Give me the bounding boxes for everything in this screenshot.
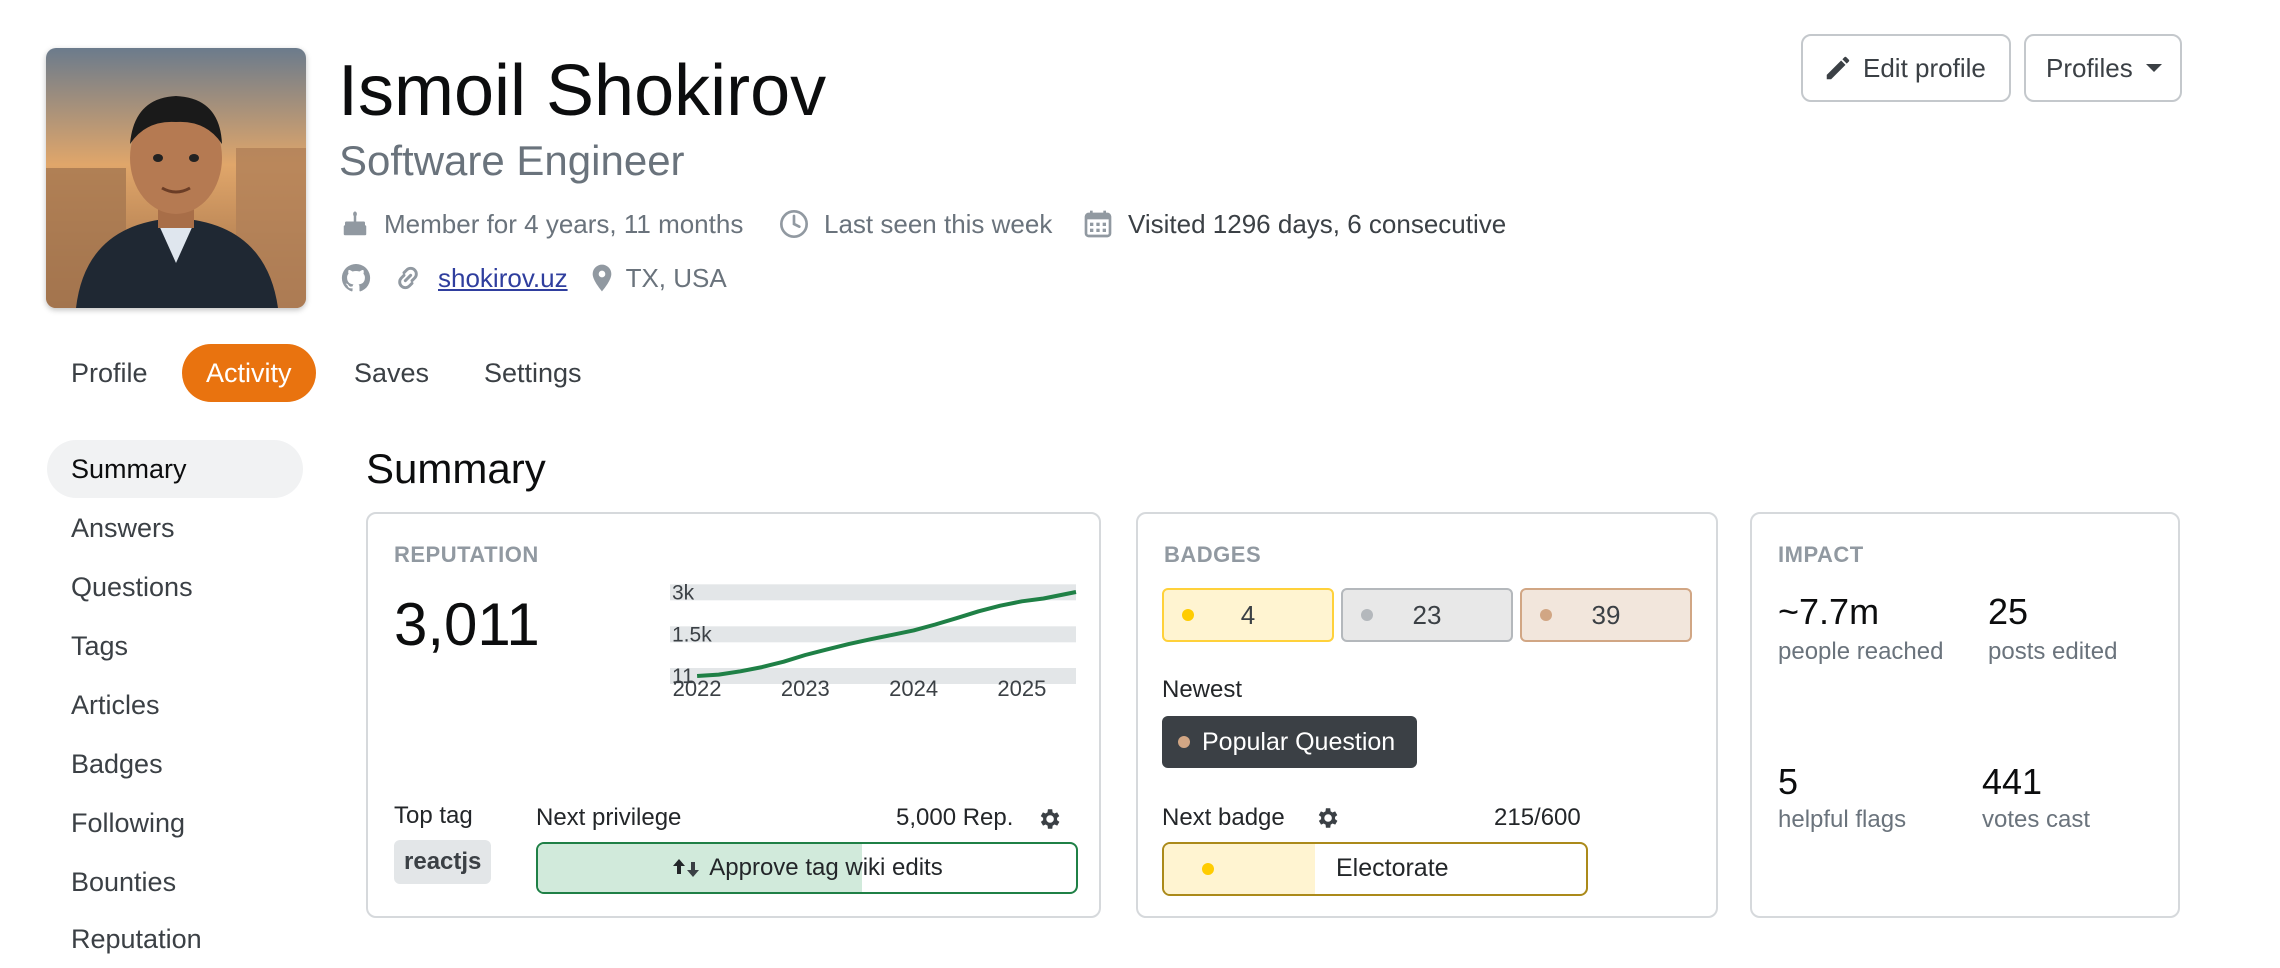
sidenav-summary[interactable]: Summary <box>47 440 303 498</box>
next-privilege-rep: 5,000 Rep. <box>896 804 1014 831</box>
x-tick-label: 2023 <box>781 676 830 698</box>
calendar-icon <box>1084 210 1112 238</box>
sidenav-questions[interactable]: Questions <box>47 558 303 616</box>
sidenav-answers[interactable]: Answers <box>47 499 303 557</box>
profiles-label: Profiles <box>2046 52 2133 83</box>
next-badge-name: Electorate <box>1336 854 1449 882</box>
next-privilege-progress[interactable]: Approve tag wiki edits <box>536 842 1078 894</box>
sidenav-following[interactable]: Following <box>47 794 303 852</box>
y-tick-label: 3k <box>672 581 695 604</box>
posts-edited-value: 25 <box>1988 591 2029 632</box>
gear-icon[interactable] <box>1314 805 1340 831</box>
newest-badge[interactable]: Popular Question <box>1162 716 1418 768</box>
vote-arrows-icon <box>673 859 700 877</box>
profile-name: Ismoil Shokirov <box>338 51 827 131</box>
pencil-icon <box>1826 56 1850 80</box>
location-text: TX, USA <box>625 263 727 293</box>
bronze-badge-icon <box>1178 736 1190 748</box>
impact-label: IMPACT <box>1778 542 1864 567</box>
badges-label: BADGES <box>1164 542 1262 567</box>
sidenav-articles[interactable]: Articles <box>47 676 303 734</box>
silver-badge-count: 23 <box>1412 599 1442 630</box>
newest-badge-label: Newest <box>1162 676 1243 703</box>
edit-profile-label: Edit profile <box>1863 52 1986 83</box>
gear-icon[interactable] <box>1036 806 1062 832</box>
top-tag[interactable]: reactjs <box>394 840 492 884</box>
member-since-text: Member for 4 years, 11 months <box>384 209 744 239</box>
profile-title: Software Engineer <box>339 137 685 184</box>
x-tick-label: 2025 <box>997 676 1046 698</box>
y-tick-label: 1.5k <box>672 623 712 646</box>
top-tag-label: Top tag <box>394 802 473 829</box>
reputation-card: REPUTATION 3,011 3k 1.5k 11 2022 2023 2024 202… <box>366 512 1101 918</box>
people-reached-value: ~7.7m <box>1778 591 1880 632</box>
impact-card: IMPACT ~7.7m people reached 25 posts edi… <box>1750 512 2180 918</box>
avatar[interactable] <box>46 48 306 308</box>
next-privilege-name: Approve tag wiki edits <box>709 854 943 881</box>
gold-badge-icon <box>1182 609 1194 621</box>
next-badge-progress[interactable]: Electorate <box>1162 842 1588 896</box>
gold-badge-count: 4 <box>1240 599 1256 630</box>
edit-profile-button[interactable]: Edit profile <box>1801 34 2011 102</box>
x-tick-label: 2022 <box>673 676 722 698</box>
tab-profile[interactable]: Profile <box>47 344 172 402</box>
sidenav-bounties[interactable]: Bounties <box>47 853 303 911</box>
reputation-chart[interactable]: 3k1.5k112022 2023 2024 2025 <box>668 578 1078 698</box>
last-seen-text: Last seen this week <box>824 209 1053 239</box>
link-icon <box>398 266 418 290</box>
visited: Visited 1296 days, 6 consecutive <box>1082 208 1506 240</box>
gold-badges[interactable]: 4 <box>1162 588 1334 642</box>
bronze-badge-count: 39 <box>1591 599 1621 630</box>
helpful-flags-value: 5 <box>1778 761 1799 802</box>
votes-cast-value: 441 <box>1982 761 2043 802</box>
profiles-dropdown[interactable]: Profiles <box>2024 34 2182 102</box>
reputation-value: 3,011 <box>394 591 540 658</box>
bronze-badges[interactable]: 39 <box>1520 588 1692 642</box>
bronze-badge-icon <box>1540 609 1552 621</box>
website-link[interactable]: shokirov.uz <box>438 262 568 294</box>
silver-badge-icon <box>1361 609 1373 621</box>
sidenav-tags[interactable]: Tags <box>47 617 303 675</box>
next-privilege-label: Next privilege <box>536 804 682 831</box>
helpful-flags-label: helpful flags <box>1778 806 1907 833</box>
gold-badge-icon <box>1202 863 1214 875</box>
caret-down-icon <box>2145 64 2162 72</box>
next-badge-progress-text: 215/600 <box>1494 804 1581 831</box>
sidenav-reputation[interactable]: Reputation <box>47 910 303 968</box>
github-icon[interactable] <box>340 262 372 294</box>
reputation-label: REPUTATION <box>394 542 539 567</box>
avatar-photo <box>46 48 306 308</box>
silver-badges[interactable]: 23 <box>1341 588 1513 642</box>
cake-icon <box>343 211 367 236</box>
clock-icon <box>780 210 808 238</box>
people-reached-label: people reached <box>1778 638 1944 665</box>
last-seen: Last seen this week <box>778 208 1052 240</box>
visited-text: Visited 1296 days, 6 consecutive <box>1128 209 1507 239</box>
newest-badge-name: Popular Question <box>1202 727 1396 756</box>
gridline-band <box>670 584 1076 601</box>
tab-settings[interactable]: Settings <box>460 344 606 402</box>
next-badge-progress-fill <box>1164 844 1316 894</box>
tab-activity[interactable]: Activity <box>182 344 316 402</box>
profile-links: shokirov.uz TX, USA <box>340 262 727 294</box>
votes-cast-label: votes cast <box>1982 806 2091 833</box>
x-tick-label: 2024 <box>889 676 938 698</box>
posts-edited-label: posts edited <box>1988 638 2118 665</box>
location-pin-icon <box>592 264 611 292</box>
sidenav-badges[interactable]: Badges <box>47 735 303 793</box>
tab-saves[interactable]: Saves <box>330 344 453 402</box>
summary-heading: Summary <box>366 445 546 492</box>
member-since: Member for 4 years, 11 months <box>340 208 743 240</box>
next-badge-label: Next badge <box>1162 804 1285 831</box>
